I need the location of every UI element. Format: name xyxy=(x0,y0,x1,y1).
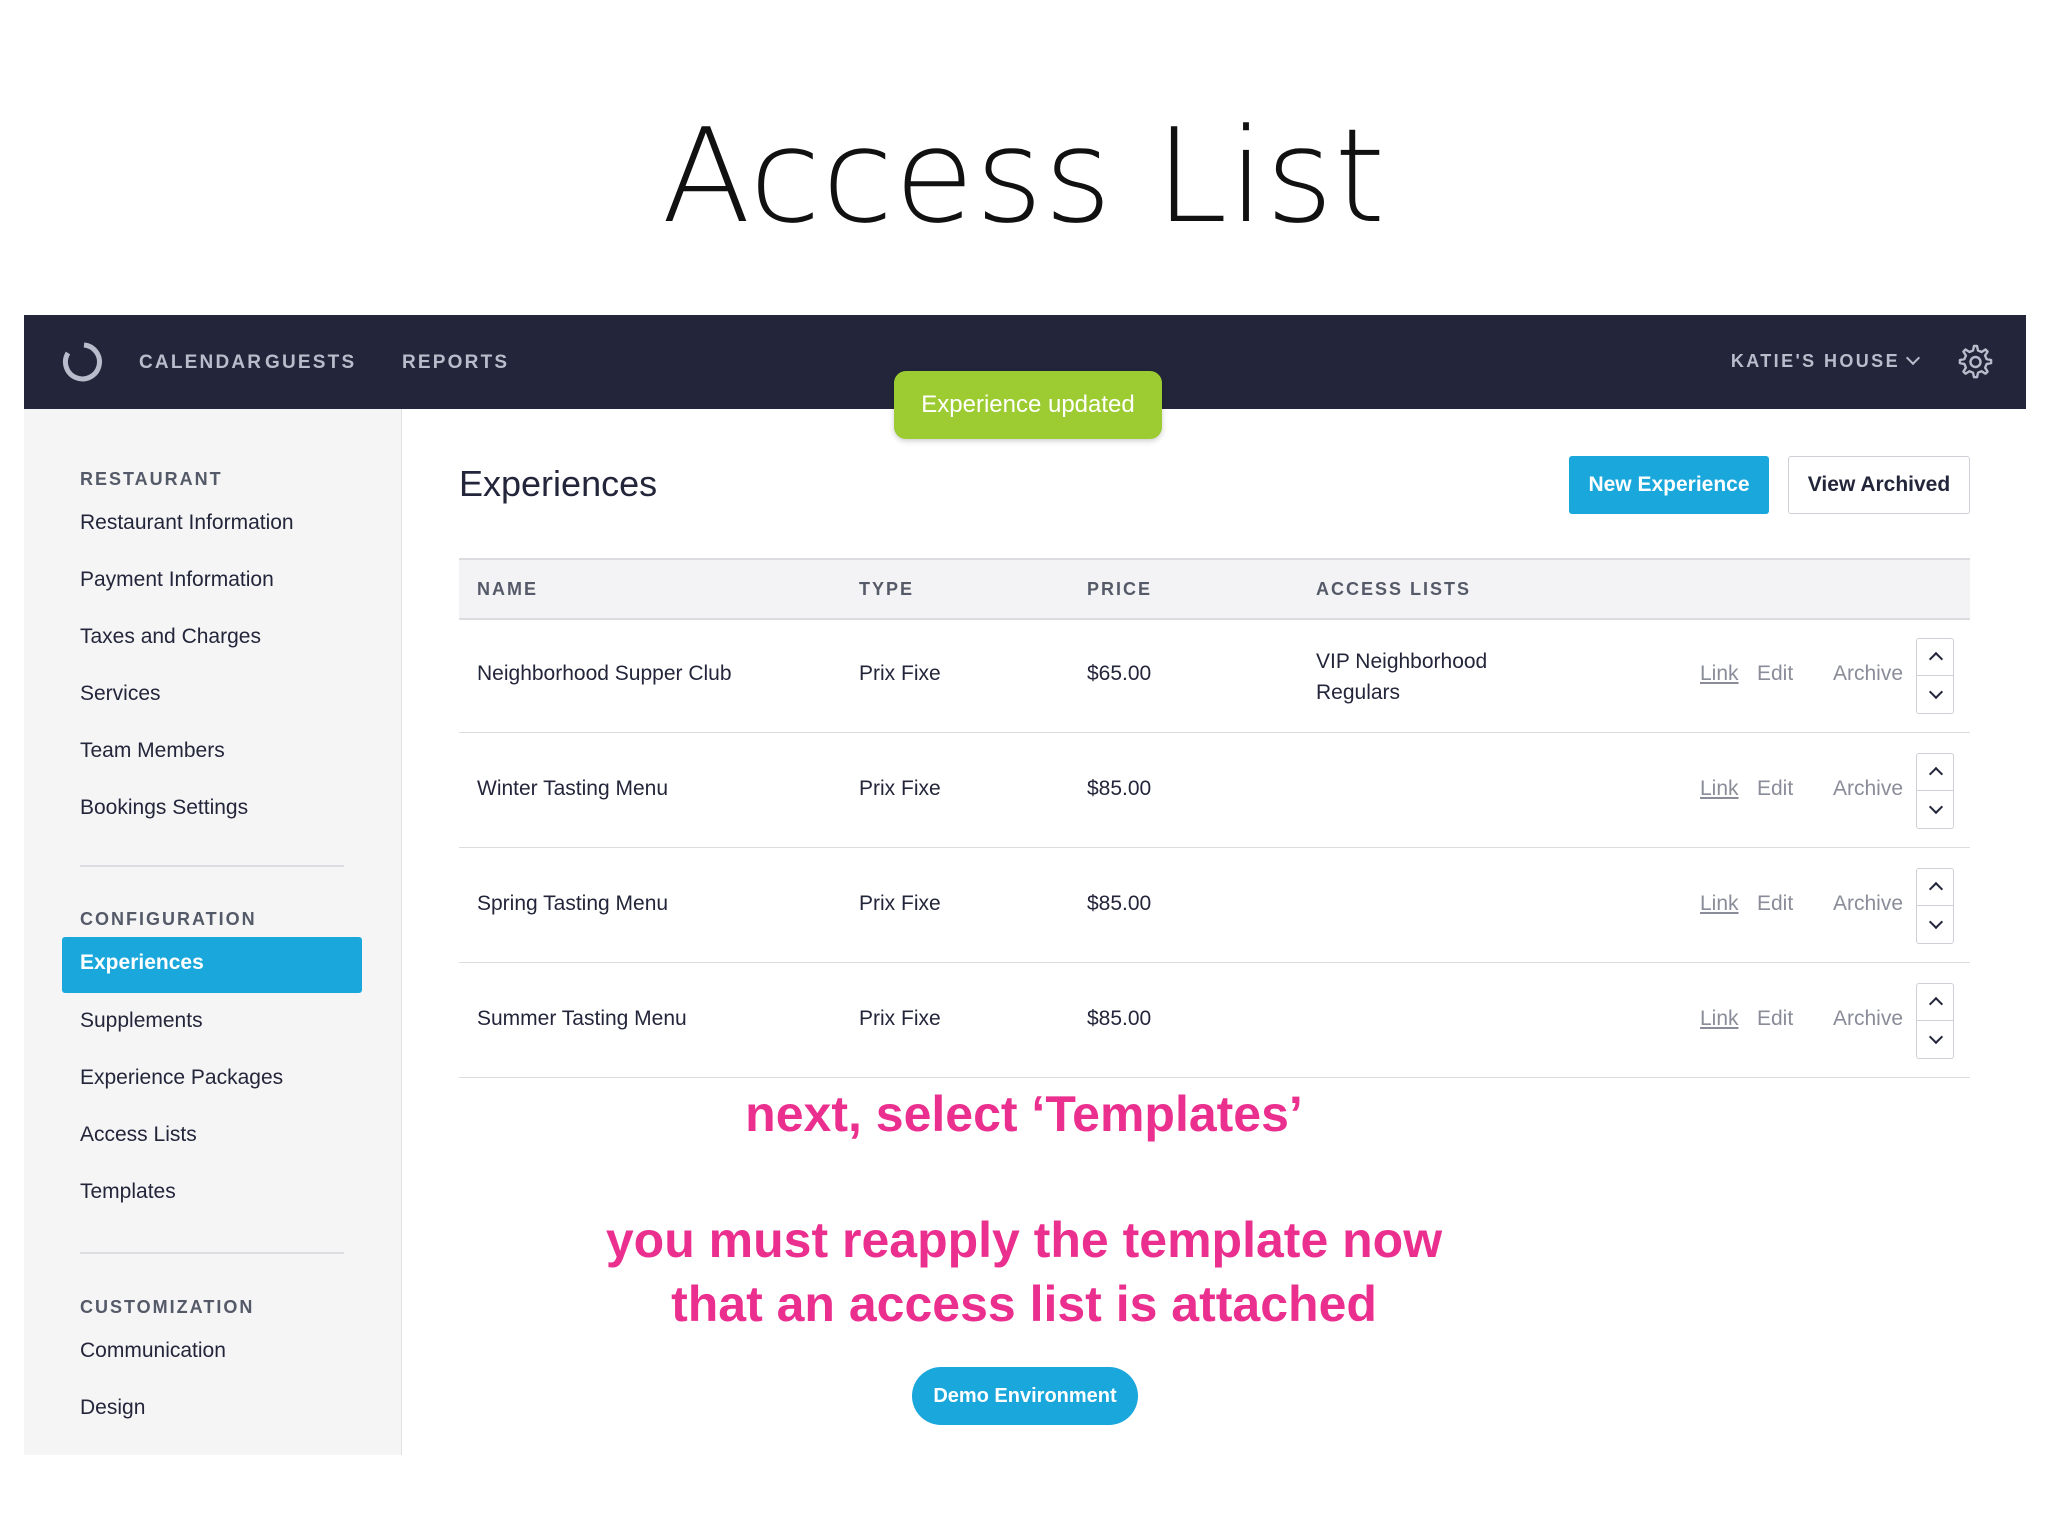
sidebar-item-restaurant-information[interactable]: Restaurant Information xyxy=(80,511,294,535)
experience-name: Neighborhood Supper Club xyxy=(477,662,732,685)
experience-price: $65.00 xyxy=(1087,662,1152,685)
row-edit-action[interactable]: Edit xyxy=(1757,1007,1793,1031)
row-reorder-control xyxy=(1916,753,1954,829)
row-link-action[interactable]: Link xyxy=(1700,777,1739,801)
chevron-up-icon xyxy=(1928,996,1944,1012)
experience-type: Prix Fixe xyxy=(859,662,941,685)
row-archive-action[interactable]: Archive xyxy=(1833,1007,1903,1031)
experience-price: $85.00 xyxy=(1087,1007,1152,1030)
experience-access-lists: VIP Neighborhood Regulars xyxy=(1316,650,1488,704)
table-row: Spring Tasting Menu Prix Fixe $85.00 Lin… xyxy=(459,848,1970,963)
row-reorder-control xyxy=(1916,868,1954,944)
nav-guests[interactable]: GUESTS xyxy=(265,352,356,374)
column-header-name: NAME xyxy=(477,579,538,599)
experience-type: Prix Fixe xyxy=(859,892,941,915)
chevron-down-icon xyxy=(1928,684,1944,700)
chevron-down-icon xyxy=(1905,350,1921,366)
chevron-down-icon xyxy=(1928,799,1944,815)
row-archive-action[interactable]: Archive xyxy=(1833,777,1903,801)
table-header: NAME TYPE PRICE ACCESS LISTS xyxy=(459,558,1970,620)
chevron-up-icon xyxy=(1928,881,1944,897)
column-header-access-lists: ACCESS LISTS xyxy=(1316,579,1472,599)
row-archive-action[interactable]: Archive xyxy=(1833,662,1903,686)
sidebar-item-bookings-settings[interactable]: Bookings Settings xyxy=(80,796,248,820)
move-down-button[interactable] xyxy=(1917,676,1953,712)
annotation-select-templates: next, select ‘Templates’ xyxy=(745,1086,1303,1142)
row-reorder-control xyxy=(1916,638,1954,714)
sidebar-item-taxes-and-charges[interactable]: Taxes and Charges xyxy=(80,625,261,649)
table-row: Winter Tasting Menu Prix Fixe $85.00 Lin… xyxy=(459,733,1970,848)
row-edit-action[interactable]: Edit xyxy=(1757,892,1793,916)
experience-price: $85.00 xyxy=(1087,892,1152,915)
row-edit-action[interactable]: Edit xyxy=(1757,777,1793,801)
sidebar-item-supplements[interactable]: Supplements xyxy=(80,1009,203,1033)
nav-reports[interactable]: REPORTS xyxy=(402,352,509,374)
sidebar-item-team-members[interactable]: Team Members xyxy=(80,739,225,763)
move-up-button[interactable] xyxy=(1917,984,1953,1021)
sidebar-item-templates[interactable]: Templates xyxy=(80,1180,176,1204)
sidebar-item-services[interactable]: Services xyxy=(80,682,161,706)
move-up-button[interactable] xyxy=(1917,869,1953,906)
row-link-action[interactable]: Link xyxy=(1700,1007,1739,1031)
sidebar-divider xyxy=(80,865,344,867)
sidebar-item-experiences[interactable]: Experiences xyxy=(62,937,362,993)
chevron-up-icon xyxy=(1928,651,1944,667)
chevron-down-icon xyxy=(1928,914,1944,930)
row-link-action[interactable]: Link xyxy=(1700,892,1739,916)
new-experience-button[interactable]: New Experience xyxy=(1569,456,1769,514)
ring-logo-icon[interactable] xyxy=(60,341,102,383)
move-down-button[interactable] xyxy=(1917,1021,1953,1057)
move-up-button[interactable] xyxy=(1917,754,1953,791)
row-link-action[interactable]: Link xyxy=(1700,662,1739,686)
experience-price: $85.00 xyxy=(1087,777,1152,800)
chevron-up-icon xyxy=(1928,766,1944,782)
row-archive-action[interactable]: Archive xyxy=(1833,892,1903,916)
gear-icon[interactable] xyxy=(1954,342,1994,382)
nav-calendar[interactable]: CALENDAR xyxy=(139,352,263,374)
experience-name: Winter Tasting Menu xyxy=(477,777,669,800)
sidebar-item-communication[interactable]: Communication xyxy=(80,1339,226,1363)
row-reorder-control xyxy=(1916,983,1954,1059)
table-row: Summer Tasting Menu Prix Fixe $85.00 Lin… xyxy=(459,963,1970,1078)
venue-name: KATIE'S HOUSE xyxy=(1730,351,1900,371)
move-down-button[interactable] xyxy=(1917,791,1953,827)
sidebar-item-payment-information[interactable]: Payment Information xyxy=(80,568,274,592)
annotation-reapply-line-1: you must reapply the template now xyxy=(605,1212,1443,1268)
experience-name: Summer Tasting Menu xyxy=(477,1007,687,1030)
row-edit-action[interactable]: Edit xyxy=(1757,662,1793,686)
venue-selector[interactable]: KATIE'S HOUSE xyxy=(1730,350,1921,372)
sidebar-item-label: Experiences xyxy=(80,951,204,974)
toast-notification: Experience updated xyxy=(894,371,1162,439)
column-header-price: PRICE xyxy=(1087,579,1153,599)
page-title: Experiences xyxy=(459,463,658,504)
move-up-button[interactable] xyxy=(1917,639,1953,676)
experience-type: Prix Fixe xyxy=(859,777,941,800)
sidebar-heading-restaurant: RESTAURANT xyxy=(80,469,223,489)
view-archived-button[interactable]: View Archived xyxy=(1788,456,1970,514)
table-row: Neighborhood Supper Club Prix Fixe $65.0… xyxy=(459,618,1970,733)
chevron-down-icon xyxy=(1928,1029,1944,1045)
column-header-type: TYPE xyxy=(859,579,915,599)
annotation-reapply-line-2: that an access list is attached xyxy=(671,1276,1377,1332)
move-down-button[interactable] xyxy=(1917,906,1953,942)
slide-title: Access List xyxy=(661,100,1387,252)
experience-name: Spring Tasting Menu xyxy=(477,892,669,915)
sidebar-heading-configuration: CONFIGURATION xyxy=(80,909,257,929)
demo-environment-badge[interactable]: Demo Environment xyxy=(912,1367,1138,1425)
sidebar-item-design[interactable]: Design xyxy=(80,1396,145,1420)
experience-type: Prix Fixe xyxy=(859,1007,941,1030)
